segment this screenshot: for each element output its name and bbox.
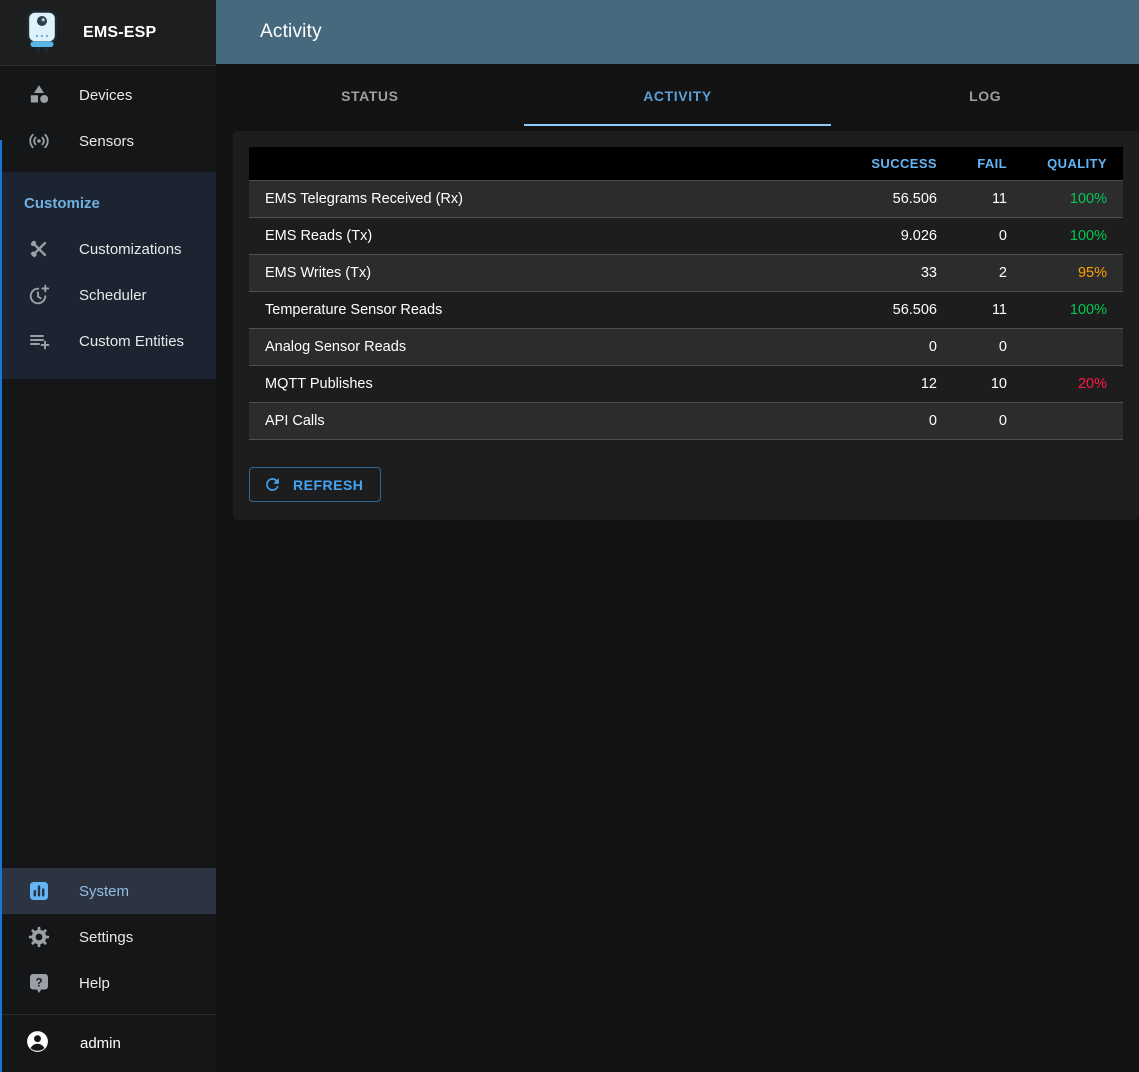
sidebar: EMS-ESP Devices [0,0,216,1072]
sidebar-item-scheduler[interactable]: Scheduler [0,272,216,318]
table-row: EMS Telegrams Received (Rx)56.50611100% [249,181,1123,218]
refresh-button[interactable]: REFRESH [249,467,381,502]
row-success: 0 [833,403,953,440]
main-area: Activity STATUS ACTIVITY LOG SUCCESS FAI… [216,0,1139,1072]
sidebar-nav-top: Devices Sensors [0,66,216,164]
table-row: MQTT Publishes121020% [249,366,1123,403]
column-header-name [249,147,833,181]
row-quality: 100% [1023,292,1123,329]
row-name: MQTT Publishes [249,366,833,403]
category-icon [27,83,51,107]
row-quality [1023,403,1123,440]
row-fail: 11 [953,181,1023,218]
help-icon: ? [27,971,51,995]
row-name: EMS Telegrams Received (Rx) [249,181,833,218]
sidebar-item-label: Devices [79,87,132,104]
sidebar-scrollbar[interactable] [0,140,2,1072]
row-fail: 10 [953,366,1023,403]
sidebar-user-admin[interactable]: admin [0,1014,216,1072]
row-name: EMS Reads (Tx) [249,218,833,255]
boiler-logo-icon [25,10,59,56]
sidebar-item-settings[interactable]: Settings [0,914,216,960]
table-row: EMS Reads (Tx)9.0260100% [249,218,1123,255]
row-fail: 2 [953,255,1023,292]
row-fail: 0 [953,218,1023,255]
activity-table-body: EMS Telegrams Received (Rx)56.50611100%E… [249,181,1123,440]
sensors-icon [27,129,51,153]
ems-esp-app: EMS-ESP Devices [0,0,1139,1072]
sidebar-item-label: Sensors [79,133,134,150]
playlist-add-icon [27,329,51,353]
sidebar-item-label: Scheduler [79,287,147,304]
analytics-icon [27,879,51,903]
sidebar-item-customizations[interactable]: Customizations [0,226,216,272]
sidebar-header: EMS-ESP [0,0,216,66]
row-quality: 20% [1023,366,1123,403]
app-title: EMS-ESP [83,24,156,42]
gear-icon [27,925,51,949]
activity-card: SUCCESS FAIL QUALITY EMS Telegrams Recei… [233,131,1139,520]
clock-add-icon [27,283,51,307]
user-label: admin [80,1035,121,1052]
row-quality: 100% [1023,218,1123,255]
sidebar-item-label: Help [79,975,110,992]
sidebar-nav-bottom: System [0,868,216,1014]
row-fail: 0 [953,403,1023,440]
table-row: Temperature Sensor Reads56.50611100% [249,292,1123,329]
tab-bar: STATUS ACTIVITY LOG [216,64,1139,127]
sidebar-item-devices[interactable]: Devices [0,72,216,118]
tab-activity[interactable]: ACTIVITY [524,64,832,127]
row-fail: 0 [953,329,1023,366]
sidebar-spacer [0,379,216,868]
table-row: EMS Writes (Tx)33295% [249,255,1123,292]
column-header-fail: FAIL [953,147,1023,181]
table-row: Analog Sensor Reads00 [249,329,1123,366]
row-name: API Calls [249,403,833,440]
row-success: 56.506 [833,181,953,218]
row-fail: 11 [953,292,1023,329]
sidebar-item-help[interactable]: ? Help [0,960,216,1006]
activity-table-header: SUCCESS FAIL QUALITY [249,147,1123,181]
row-success: 9.026 [833,218,953,255]
sidebar-item-label: Custom Entities [79,333,184,350]
sidebar-item-sensors[interactable]: Sensors [0,118,216,164]
tab-log[interactable]: LOG [831,64,1139,127]
sidebar-item-label: System [79,883,129,900]
row-quality: 95% [1023,255,1123,292]
sidebar-item-custom-entities[interactable]: Custom Entities [0,318,216,364]
row-name: EMS Writes (Tx) [249,255,833,292]
svg-text:?: ? [35,977,42,989]
account-icon [25,1029,50,1058]
column-header-quality: QUALITY [1023,147,1123,181]
activity-table: SUCCESS FAIL QUALITY EMS Telegrams Recei… [249,147,1123,440]
construction-icon [27,237,51,261]
page-title: Activity [260,21,322,43]
row-name: Temperature Sensor Reads [249,292,833,329]
row-quality [1023,329,1123,366]
sidebar-item-label: Customizations [79,241,182,258]
customize-section: Customize Customizations [0,172,216,379]
refresh-button-label: REFRESH [293,477,363,493]
row-success: 33 [833,255,953,292]
sidebar-item-system[interactable]: System [0,868,216,914]
table-row: API Calls00 [249,403,1123,440]
customize-section-header: Customize [0,172,216,226]
refresh-icon [263,475,282,494]
topbar: Activity [216,0,1139,64]
column-header-success: SUCCESS [833,147,953,181]
row-name: Analog Sensor Reads [249,329,833,366]
row-quality: 100% [1023,181,1123,218]
sidebar-item-label: Settings [79,929,133,946]
row-success: 56.506 [833,292,953,329]
tab-status[interactable]: STATUS [216,64,524,127]
row-success: 0 [833,329,953,366]
row-success: 12 [833,366,953,403]
